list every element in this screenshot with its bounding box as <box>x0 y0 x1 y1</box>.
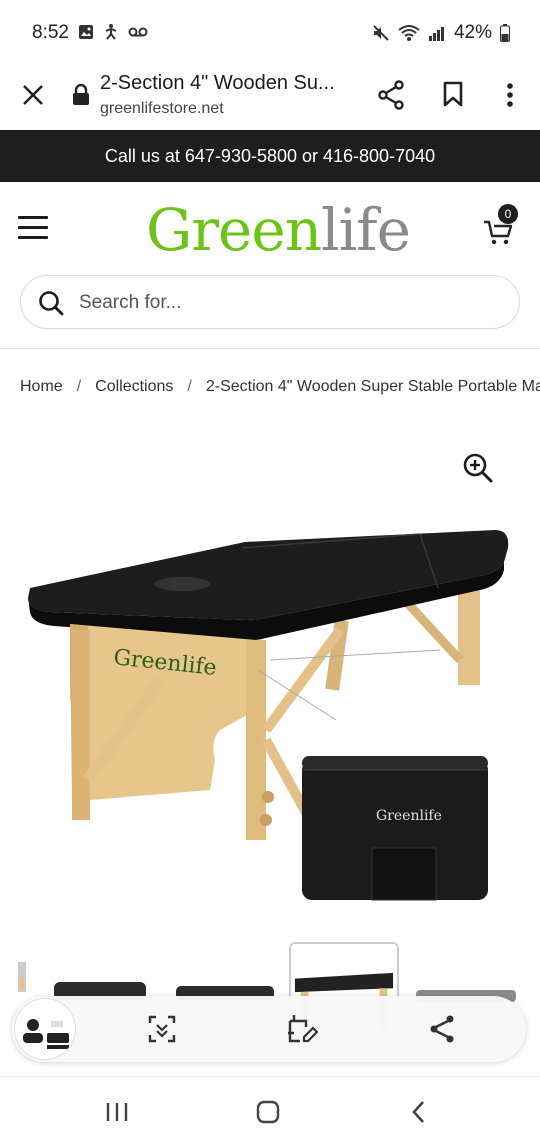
wifi-icon <box>398 25 420 41</box>
status-right: 42% <box>372 22 510 44</box>
site-header: Greenlife 0 <box>0 182 540 274</box>
battery-percent: 42% <box>453 22 492 43</box>
menu-icon[interactable] <box>18 216 48 240</box>
logo-green-text: Green <box>146 196 322 264</box>
breadcrumb: Home / Collections / 2-Section 4" Wooden… <box>20 378 540 396</box>
breadcrumb-current: 2-Section 4" Wooden Super Stable Portabl… <box>205 378 540 395</box>
more-vert-icon[interactable] <box>500 80 520 110</box>
mute-icon <box>373 25 389 41</box>
voicemail-icon <box>128 27 148 37</box>
image-icon <box>79 25 93 39</box>
status-left-icons <box>78 23 148 41</box>
zoom-in-icon[interactable] <box>460 450 494 484</box>
share-icon[interactable] <box>426 1013 458 1045</box>
announcement-text[interactable]: Call us at 647-930-5800 or 416-800-7040 <box>105 146 435 167</box>
recents-icon[interactable] <box>102 1097 132 1127</box>
breadcrumb-separator: / <box>187 378 192 395</box>
scan-icon[interactable] <box>146 1013 178 1045</box>
browser-toolbar: 2-Section 4" Wooden Su... greenlifestore… <box>0 64 540 132</box>
back-icon[interactable] <box>404 1097 434 1127</box>
accessibility-icon <box>105 24 117 40</box>
lock-icon[interactable] <box>72 84 90 106</box>
page-title[interactable]: 2-Section 4" Wooden Su... <box>100 72 360 95</box>
bag-brand-text: Greenlife <box>376 808 442 824</box>
status-time: 8:52 <box>32 22 69 43</box>
breadcrumb-collections[interactable]: Collections <box>95 378 173 396</box>
signal-icon <box>428 27 444 41</box>
breadcrumb-home[interactable]: Home <box>20 378 63 396</box>
logo-grey-text: life <box>321 196 411 264</box>
search-icon[interactable] <box>37 289 65 317</box>
carry-bag: Greenlife <box>302 756 488 901</box>
home-icon[interactable] <box>253 1097 283 1127</box>
battery-icon <box>500 24 510 42</box>
header-divider <box>0 348 540 349</box>
close-icon[interactable] <box>18 80 48 110</box>
cart-button[interactable]: 0 <box>482 204 522 246</box>
search-bar[interactable] <box>20 275 520 329</box>
table-top <box>28 530 509 641</box>
bookmark-icon[interactable] <box>441 80 465 108</box>
site-logo[interactable]: Greenlife <box>146 196 411 264</box>
edit-capture-icon[interactable] <box>286 1013 318 1045</box>
breadcrumb-separator: / <box>76 378 82 395</box>
search-input[interactable] <box>79 288 499 318</box>
floating-capture-toolbar <box>12 996 526 1062</box>
capture-preview-thumbnail[interactable] <box>14 998 76 1060</box>
page-url[interactable]: greenlifestore.net <box>100 100 224 118</box>
status-bar: 8:52 42% <box>0 0 540 64</box>
system-nav-bar <box>0 1076 540 1140</box>
table-front-panel: Greenlife <box>70 624 266 840</box>
product-image[interactable]: Greenlife Greenlife <box>10 500 530 910</box>
cart-count-badge: 0 <box>498 204 518 224</box>
share-icon[interactable] <box>377 80 405 110</box>
announcement-bar: Call us at 647-930-5800 or 416-800-7040 <box>0 130 540 182</box>
